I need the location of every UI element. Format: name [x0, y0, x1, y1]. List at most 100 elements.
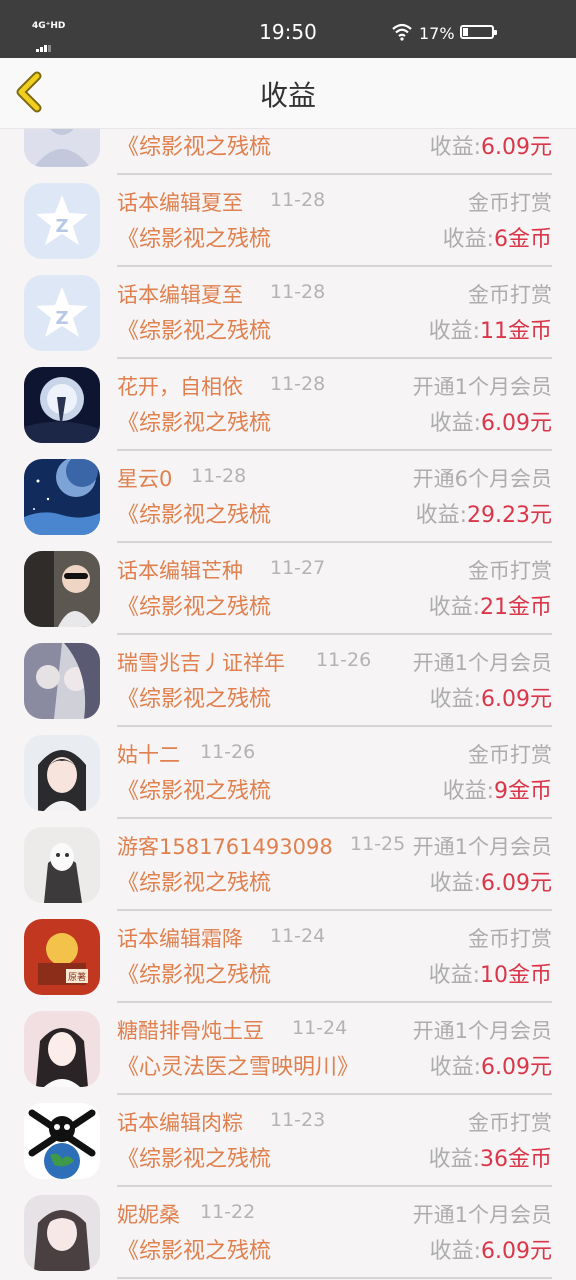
username: 话本编辑芒种: [117, 559, 243, 583]
earning-amount: 29.23元: [467, 503, 552, 528]
nav-bar: 收益: [0, 58, 576, 129]
username: 瑞雪兆吉丿证祥年: [117, 651, 285, 675]
list-item[interactable]: Z 话本编辑夏至 11-28 金币打赏 《综影视之残梳 收益:11金币: [0, 267, 576, 359]
username: 话本编辑夏至: [117, 191, 243, 215]
book-title: 《综影视之残梳: [117, 779, 272, 804]
svg-text:原著: 原著: [68, 971, 86, 983]
book-title: 《综影视之残梳: [117, 687, 272, 712]
username: 话本编辑霜降: [117, 927, 243, 951]
avatar: [24, 1011, 100, 1087]
earning-amount: 6.09元: [481, 135, 552, 160]
date: 11-24: [270, 925, 326, 947]
book-title: 《综影视之残梳: [117, 503, 272, 528]
earning-label: 收益:: [428, 1147, 480, 1172]
page-title: 收益: [259, 79, 316, 112]
earning-amount: 11金币: [480, 319, 552, 344]
date: 11-26: [316, 649, 372, 671]
earning-type: 金币打赏: [468, 927, 552, 951]
list-item[interactable]: 话本编辑肉粽 11-23 金币打赏 《综影视之残梳 收益:36金币: [0, 1095, 576, 1187]
earning-type: 金币打赏: [468, 559, 552, 583]
earning-amount: 6.09元: [481, 411, 552, 436]
battery-icon: [460, 25, 497, 39]
svg-text:Z: Z: [55, 216, 68, 237]
list-item[interactable]: 话本编辑芒种 11-27 金币打赏 《综影视之残梳 收益:21金币: [0, 543, 576, 635]
username: 花开，自相依: [117, 375, 243, 399]
earning-amount: 21金币: [480, 595, 552, 620]
list-item[interactable]: 原著 话本编辑霜降 11-24 金币打赏 《综影视之残梳 收益:10金币: [0, 911, 576, 1003]
svg-text:Z: Z: [55, 308, 68, 329]
avatar: [24, 459, 100, 535]
earning-type: 金币打赏: [468, 283, 552, 307]
avatar: [24, 735, 100, 811]
avatar: Z: [24, 183, 100, 259]
book-title: 《综影视之残梳: [117, 1239, 272, 1264]
avatar: [24, 551, 100, 627]
avatar: [24, 827, 100, 903]
earning-label: 收益:: [415, 503, 468, 528]
username: 糖醋排骨炖土豆: [117, 1019, 264, 1043]
username: 妮妮桑: [117, 1203, 180, 1227]
book-title: 《综影视之残梳: [117, 871, 272, 896]
avatar: [24, 367, 100, 443]
date: 11-28: [270, 189, 326, 211]
book-title: 《综影视之残梳: [117, 595, 272, 620]
earning-label: 收益:: [429, 135, 481, 160]
username: 游客1581761493098: [117, 835, 333, 859]
earning-label: 收益:: [442, 227, 494, 252]
date: 11-27: [270, 557, 326, 579]
earnings-list: 《综影视之残梳 收益:6.09元 Z 话本编辑夏至 11-28 金币打赏 《综影…: [0, 129, 576, 1280]
list-item[interactable]: Z 话本编辑夏至 11-28 金币打赏 《综影视之残梳 收益:6金币: [0, 175, 576, 267]
avatar: [24, 643, 100, 719]
earning-label: 收益:: [429, 871, 481, 896]
earning-label: 收益:: [429, 1055, 481, 1080]
earning-amount: 6.09元: [481, 871, 552, 896]
date: 11-28: [270, 281, 326, 303]
book-title: 《心灵法医之雪映明川》: [117, 1055, 360, 1080]
book-title: 《综影视之残梳: [117, 135, 272, 160]
list-item[interactable]: 花开，自相依 11-28 开通1个月会员 《综影视之残梳 收益:6.09元: [0, 359, 576, 451]
book-title: 《综影视之残梳: [117, 963, 272, 988]
list-item[interactable]: 《综影视之残梳 收益:6.09元: [0, 129, 576, 175]
list-item[interactable]: 姑十二 11-26 金币打赏 《综影视之残梳 收益:9金币: [0, 727, 576, 819]
username: 话本编辑肉粽: [117, 1111, 243, 1135]
date: 11-22: [200, 1201, 256, 1223]
earning-amount: 6金币: [494, 227, 552, 252]
earning-type: 开通1个月会员: [412, 835, 552, 859]
earning-type: 开通6个月会员: [412, 467, 552, 491]
date: 11-28: [191, 465, 247, 487]
earning-label: 收益:: [429, 1239, 481, 1264]
avatar: [24, 1195, 100, 1271]
list-item[interactable]: 糖醋排骨炖土豆 11-24 开通1个月会员 《心灵法医之雪映明川》 收益:6.0…: [0, 1003, 576, 1095]
date: 11-23: [270, 1109, 326, 1131]
earning-amount: 6.09元: [481, 687, 552, 712]
avatar: [24, 129, 100, 167]
date: 11-24: [292, 1017, 348, 1039]
earning-amount: 9金币: [494, 779, 552, 804]
list-item[interactable]: 妮妮桑 11-22 开通1个月会员 《综影视之残梳 收益:6.09元: [0, 1187, 576, 1279]
earning-type: 开通1个月会员: [412, 1019, 552, 1043]
username: 姑十二: [117, 743, 180, 767]
list-item[interactable]: 瑞雪兆吉丿证祥年 11-26 开通1个月会员 《综影视之残梳 收益:6.09元: [0, 635, 576, 727]
avatar: 原著: [24, 919, 100, 995]
username: 话本编辑夏至: [117, 283, 243, 307]
list-item[interactable]: 游客1581761493098 11-25 开通1个月会员 《综影视之残梳 收益…: [0, 819, 576, 911]
earning-type: 开通1个月会员: [412, 1203, 552, 1227]
avatar: Z: [24, 275, 100, 351]
status-bar: 4G⁺HD 19:50 17%: [0, 0, 576, 58]
earning-label: 收益:: [428, 963, 480, 988]
date: 11-25: [350, 833, 406, 855]
earning-amount: 36金币: [480, 1147, 552, 1172]
earning-label: 收益:: [428, 319, 480, 344]
username: 星云0: [117, 467, 173, 491]
earning-amount: 6.09元: [481, 1239, 552, 1264]
earning-label: 收益:: [429, 411, 481, 436]
earning-type: 金币打赏: [468, 191, 552, 215]
earning-type: 开通1个月会员: [412, 375, 552, 399]
earning-label: 收益:: [442, 779, 494, 804]
book-title: 《综影视之残梳: [117, 1147, 272, 1172]
list-item[interactable]: 星云0 11-28 开通6个月会员 《综影视之残梳 收益:29.23元: [0, 451, 576, 543]
earning-amount: 6.09元: [481, 1055, 552, 1080]
wifi-icon: [392, 23, 412, 41]
battery-percent: 17%: [419, 24, 455, 43]
book-title: 《综影视之残梳: [117, 319, 272, 344]
